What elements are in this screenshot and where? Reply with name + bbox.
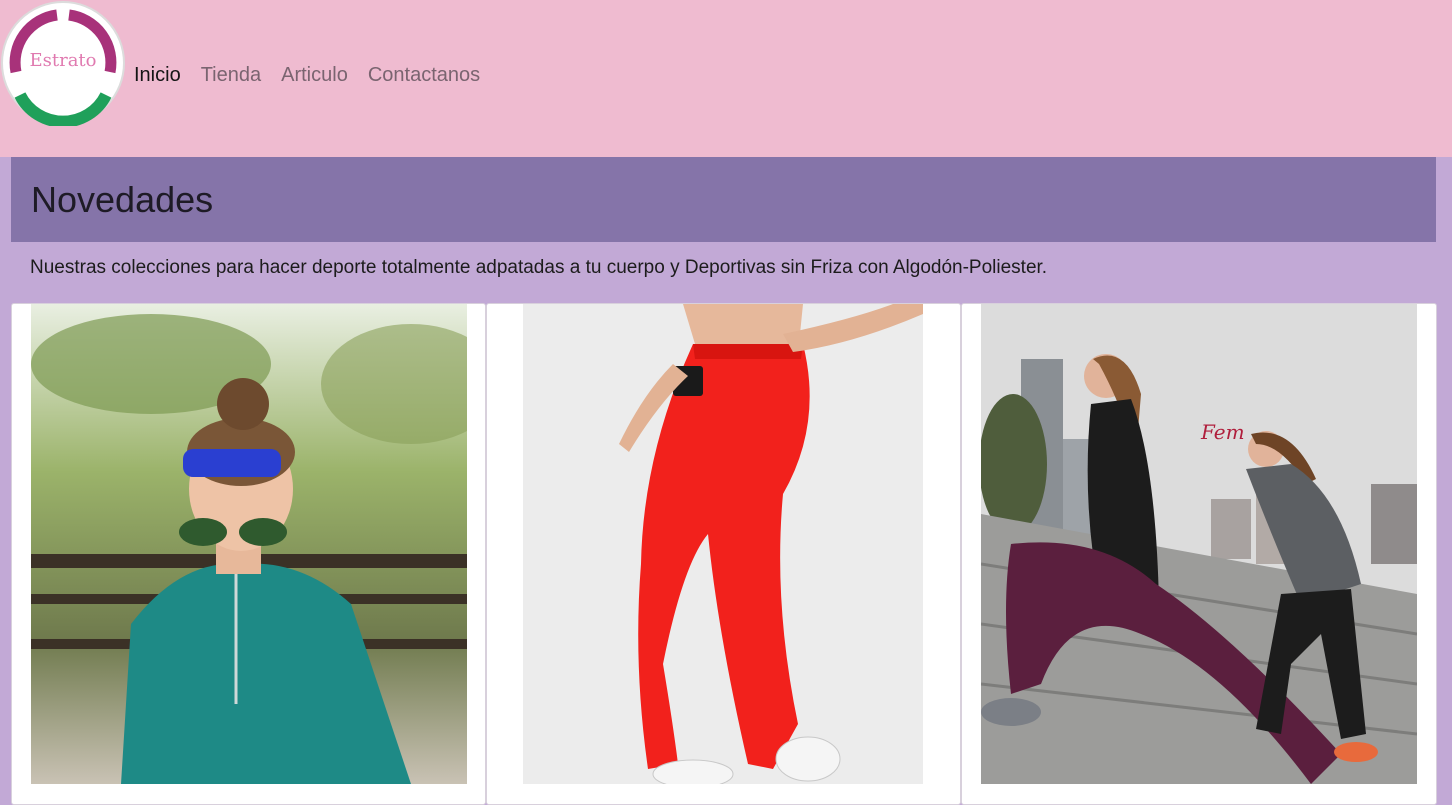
nav-inicio[interactable]: Inicio <box>134 62 181 88</box>
product-image-3[interactable]: Fem <box>981 304 1417 784</box>
watermark-text: Fem <box>1200 420 1245 444</box>
nav-articulo[interactable]: Articulo <box>281 62 348 88</box>
navbar: Estrato Inicio Tienda Articulo Contactan… <box>0 0 1452 157</box>
logo-text: Estrato <box>29 50 96 71</box>
product-card-1[interactable] <box>11 303 486 805</box>
brand-logo[interactable]: Estrato <box>0 0 126 126</box>
nav-tienda[interactable]: Tienda <box>201 62 261 88</box>
section-description: Nuestras colecciones para hacer deporte … <box>30 257 1048 278</box>
page-title: Novedades <box>31 179 214 220</box>
product-card-2[interactable] <box>486 303 961 805</box>
product-card-3[interactable]: Fem <box>961 303 1437 805</box>
main-nav: Inicio Tienda Articulo Contactanos <box>134 62 500 88</box>
section-header: Novedades <box>11 157 1436 242</box>
product-image-1[interactable] <box>31 304 467 784</box>
nav-contactanos[interactable]: Contactanos <box>368 62 480 88</box>
product-image-2[interactable] <box>523 304 923 784</box>
